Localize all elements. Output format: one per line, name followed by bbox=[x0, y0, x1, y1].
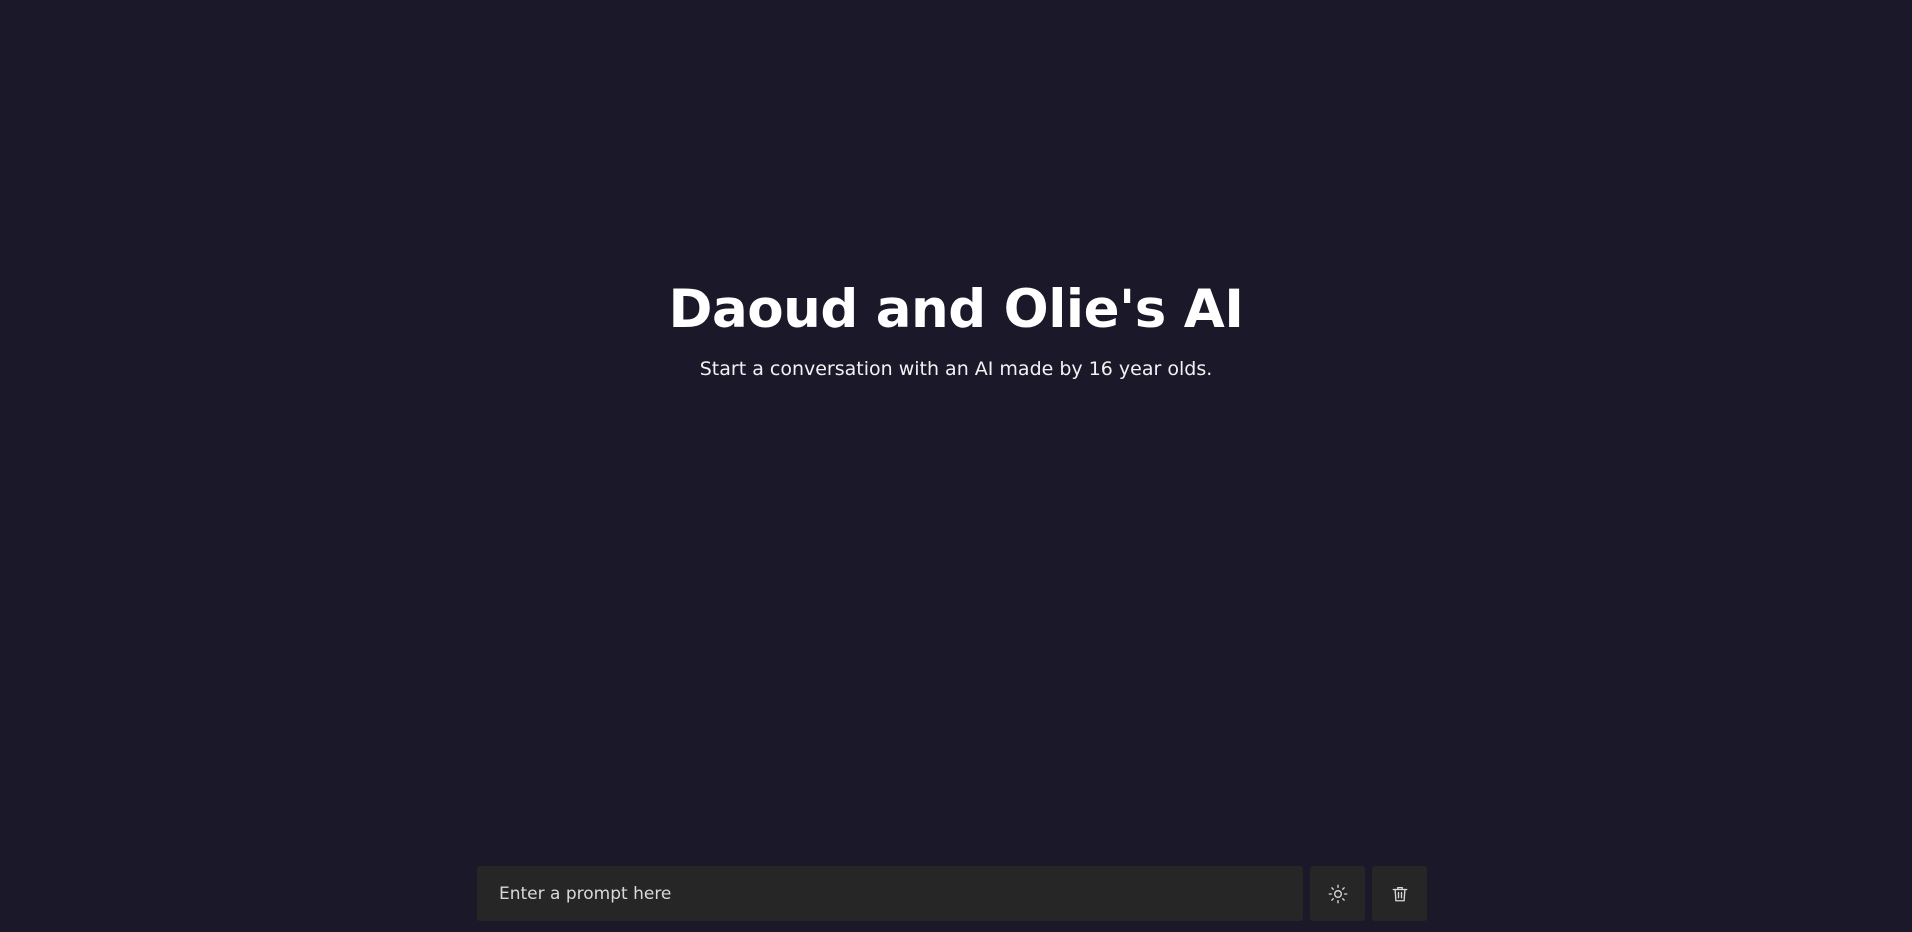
prompt-bar bbox=[477, 865, 1427, 922]
sun-icon bbox=[1328, 884, 1348, 904]
chat-page: Daoud and Olie's AI Start a conversation… bbox=[0, 0, 1912, 932]
theme-toggle-button[interactable] bbox=[1310, 866, 1365, 921]
prompt-input[interactable] bbox=[497, 865, 1283, 922]
clear-chat-button[interactable] bbox=[1372, 866, 1427, 921]
prompt-box bbox=[477, 865, 1303, 922]
welcome-section: Daoud and Olie's AI Start a conversation… bbox=[0, 270, 1912, 384]
page-subtitle: Start a conversation with an AI made by … bbox=[699, 358, 1213, 380]
trash-icon bbox=[1391, 885, 1409, 903]
page-title: Daoud and Olie's AI bbox=[668, 279, 1244, 340]
